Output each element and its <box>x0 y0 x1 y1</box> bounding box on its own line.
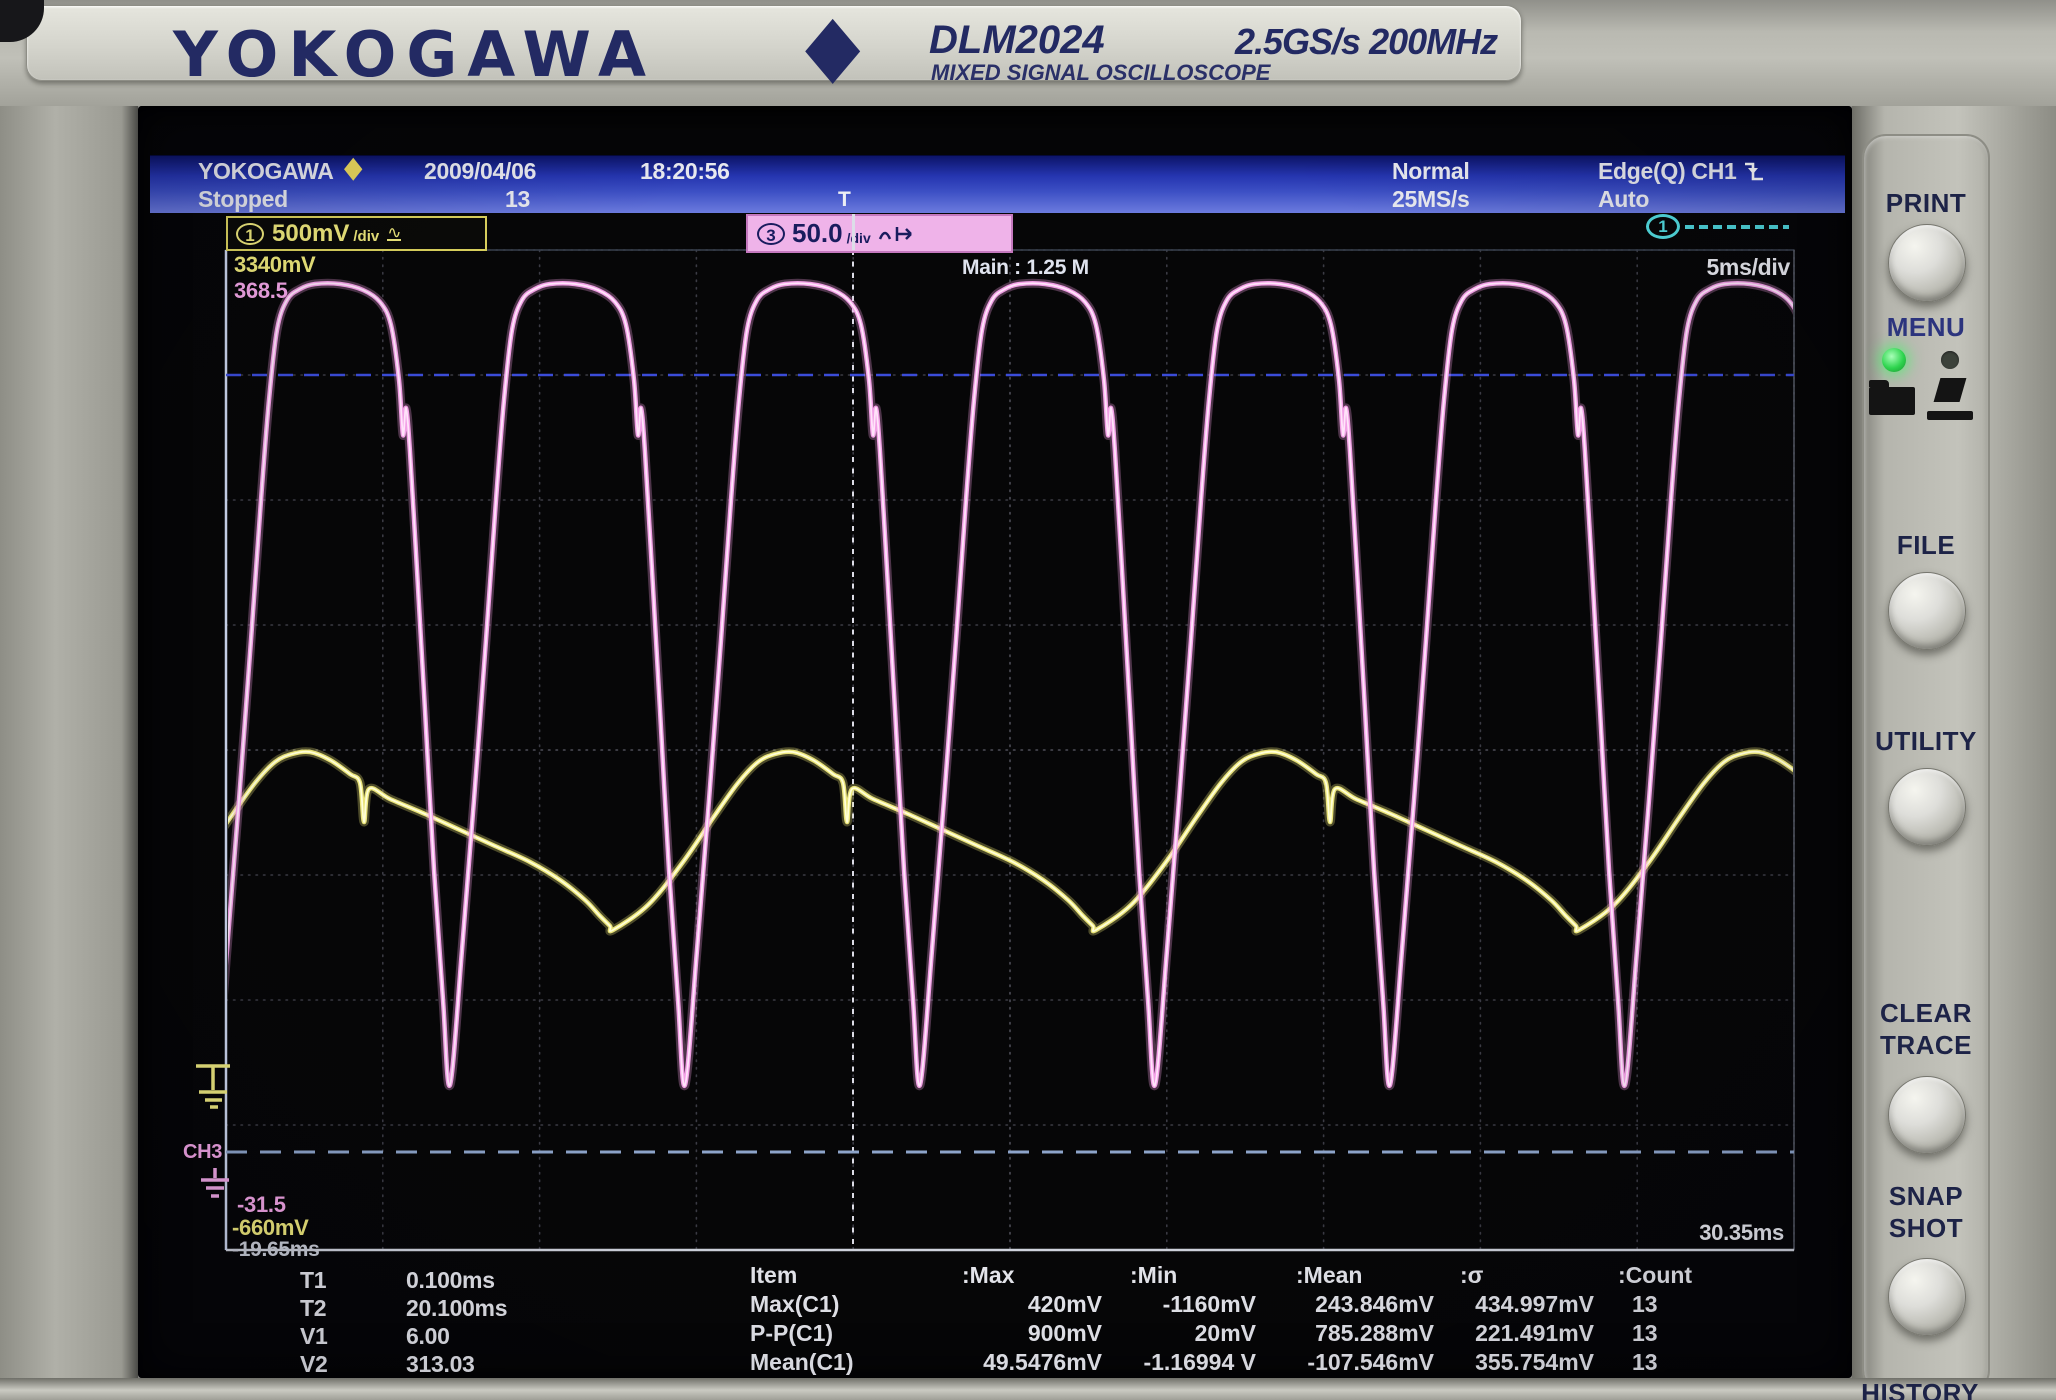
timebase-readout: 5ms/div <box>1706 254 1790 280</box>
ch1-per-div: /div <box>353 228 380 245</box>
history-count: 13 <box>505 186 530 212</box>
trigger-position-marker: T <box>838 188 851 211</box>
cursor1-indicator: 1 <box>1646 214 1789 239</box>
ac-coupling-icon: ∿ <box>387 222 402 242</box>
ch3-position-label: CH3 <box>183 1141 223 1163</box>
window-left-time: -19.65ms <box>232 1238 320 1261</box>
coupling-probe-icon <box>878 226 912 241</box>
ch1-max-readout: 3340mV <box>234 252 316 277</box>
main-record-length: Main : 1.25 M <box>962 256 1089 279</box>
ch1-number-icon: 1 <box>236 222 264 245</box>
status-brand: YOKOGAWA <box>198 158 334 184</box>
acquisition-mode: Normal <box>1392 158 1470 184</box>
ch3-max-readout: 368.5 <box>234 278 288 303</box>
ch3-scale: 50.0 <box>792 218 843 248</box>
cursor1-number-icon: 1 <box>1646 214 1680 239</box>
trigger-source: Edge(Q) CH1 <box>1598 158 1737 184</box>
status-time: 18:20:56 <box>640 158 730 184</box>
cursor1-dash-line-icon <box>1685 224 1789 229</box>
status-date: 2009/04/06 <box>424 158 537 184</box>
sample-rate: 25MS/s <box>1392 186 1470 212</box>
window-right-time: 30.35ms <box>1699 1220 1784 1245</box>
ch1-scale-badge: 1 500mV /div ∿ <box>226 216 487 251</box>
trigger-position-tick <box>852 214 855 250</box>
history-label: HISTORY <box>1861 1378 1979 1400</box>
ch3-per-div: /div <box>846 229 871 246</box>
falling-edge-trigger-icon <box>1745 162 1763 181</box>
status-diamond-icon: ◆ <box>344 150 363 185</box>
status-bar <box>150 155 1845 213</box>
run-state: Stopped <box>198 186 288 212</box>
ch3-number-icon: 3 <box>757 222 785 245</box>
trigger-mode: Auto <box>1598 186 1650 212</box>
ch1-scale: 500mV <box>272 219 350 247</box>
ch3-scale-badge: 3 50.0 /div <box>746 214 1013 253</box>
oscilloscope-front: YOKOGAWA ◆ DLM2024 2.5GS/s 200MHz MIXED … <box>0 0 2056 1400</box>
